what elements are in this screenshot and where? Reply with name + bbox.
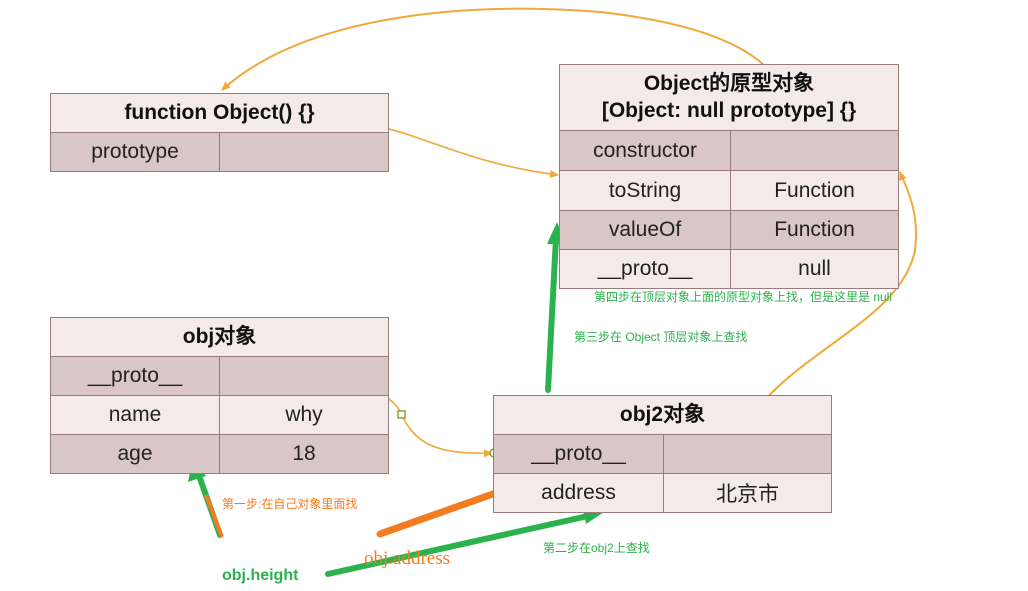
obj-name-key: name [108,403,162,426]
obj-box: obj对象 __proto__ name why age 18 [50,317,389,474]
object-prototype-title-line1: Object的原型对象 [643,72,815,96]
function-object-title: function Object() {} [124,100,315,124]
obj-row-proto: __proto__ [51,356,388,395]
valueof-value: Function [730,211,898,249]
step3-note: 第三步在 Object 顶层对象上查找 [574,330,748,344]
prototype-key: prototype [91,140,179,163]
constructor-key: constructor [593,138,697,162]
prototype-value [219,133,388,171]
object-prototype-row-proto: __proto__ null [560,249,898,288]
link-waypoint [397,410,406,419]
obj-address-label: obj.address [364,548,451,569]
function-object-box: function Object() {} prototype [50,93,389,172]
step4-note: 第四步在顶层对象上面的原型对象上找，但是这里是 null [594,290,893,304]
tostring-key: toString [608,178,682,202]
obj2-address-key: address [541,481,616,504]
obj-proto-key: __proto__ [87,364,183,387]
obj2-proto-value [663,435,831,473]
object-prototype-title: Object的原型对象 [Object: null prototype] {} [560,65,898,130]
obj-age-value: 18 [219,435,388,473]
function-object-row-prototype: prototype [51,132,388,171]
obj2-row-address: address 北京市 [494,473,831,512]
step3-green-arrow [545,235,559,393]
obj-name-value: why [219,396,388,434]
step2-note: 第二步在obj2上查找 [543,541,650,555]
object-prototype-row-valueof: valueOf Function [560,210,898,249]
obj2-title: obj2对象 [619,402,706,426]
obj2-address-value: 北京市 [663,474,831,512]
valueof-key: valueOf [608,218,682,241]
obj-row-age: age 18 [51,434,388,473]
proto-value: null [730,250,898,288]
obj2-proto-key: __proto__ [531,442,626,465]
object-prototype-row-tostring: toString Function [560,170,898,210]
obj-title: obj对象 [182,324,257,348]
object-prototype-row-constructor: constructor [560,130,898,170]
proto-key: __proto__ [597,257,693,280]
constructor-value [730,131,898,170]
obj2-box: obj2对象 __proto__ address 北京市 [493,395,832,513]
object-prototype-title-line2: [Object: null prototype] {} [601,98,857,122]
obj-row-name: name why [51,395,388,434]
obj2-row-proto: __proto__ [494,434,831,473]
step1-note: 第一步:在自己对象里面找 [222,497,358,511]
obj-height-label: obj.height [222,567,299,584]
obj-proto-value [219,357,388,395]
object-prototype-box: Object的原型对象 [Object: null prototype] {} … [559,64,899,289]
tostring-value: Function [730,171,898,210]
step1-orange-line [204,494,224,538]
obj-age-key: age [117,442,153,465]
